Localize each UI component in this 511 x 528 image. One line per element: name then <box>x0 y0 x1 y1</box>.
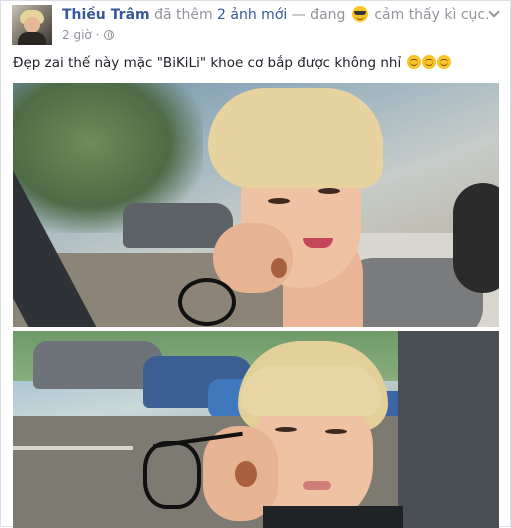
post-photo-1[interactable] <box>13 83 499 327</box>
smile-icon <box>436 55 451 69</box>
avatar[interactable] <box>12 5 52 45</box>
post-header: Thiều Trâm đã thêm 2 ảnh mới — đang cảm … <box>12 5 502 45</box>
feeling-text: cảm thấy kì cục. <box>374 7 490 23</box>
caption-text: Đẹp zai thế này mặc "BiKiLi" khoe cơ bắp… <box>13 55 402 71</box>
timestamp[interactable]: 2 giờ <box>62 28 92 42</box>
post-meta: 2 giờ · <box>62 28 115 42</box>
smile-icon <box>406 55 421 69</box>
feed-post: Thiều Trâm đã thêm 2 ảnh mới — đang cảm … <box>0 0 511 528</box>
post-caption: Đẹp zai thế này mặc "BiKiLi" khoe cơ bắp… <box>13 55 451 71</box>
chevron-down-icon[interactable] <box>488 7 500 19</box>
meta-separator: · <box>95 28 100 42</box>
smile-icon <box>421 55 436 69</box>
action-text: đã thêm <box>154 7 213 23</box>
cool-face-icon <box>351 6 368 22</box>
post-photo-2[interactable] <box>13 331 499 528</box>
post-headline: Thiều Trâm đã thêm 2 ảnh mới — đang cảm … <box>62 6 490 23</box>
photos-link[interactable]: 2 ảnh mới <box>217 7 287 23</box>
author-name[interactable]: Thiều Trâm <box>62 7 150 23</box>
feeling-prefix: — đang <box>291 7 346 23</box>
globe-icon[interactable] <box>104 30 115 40</box>
